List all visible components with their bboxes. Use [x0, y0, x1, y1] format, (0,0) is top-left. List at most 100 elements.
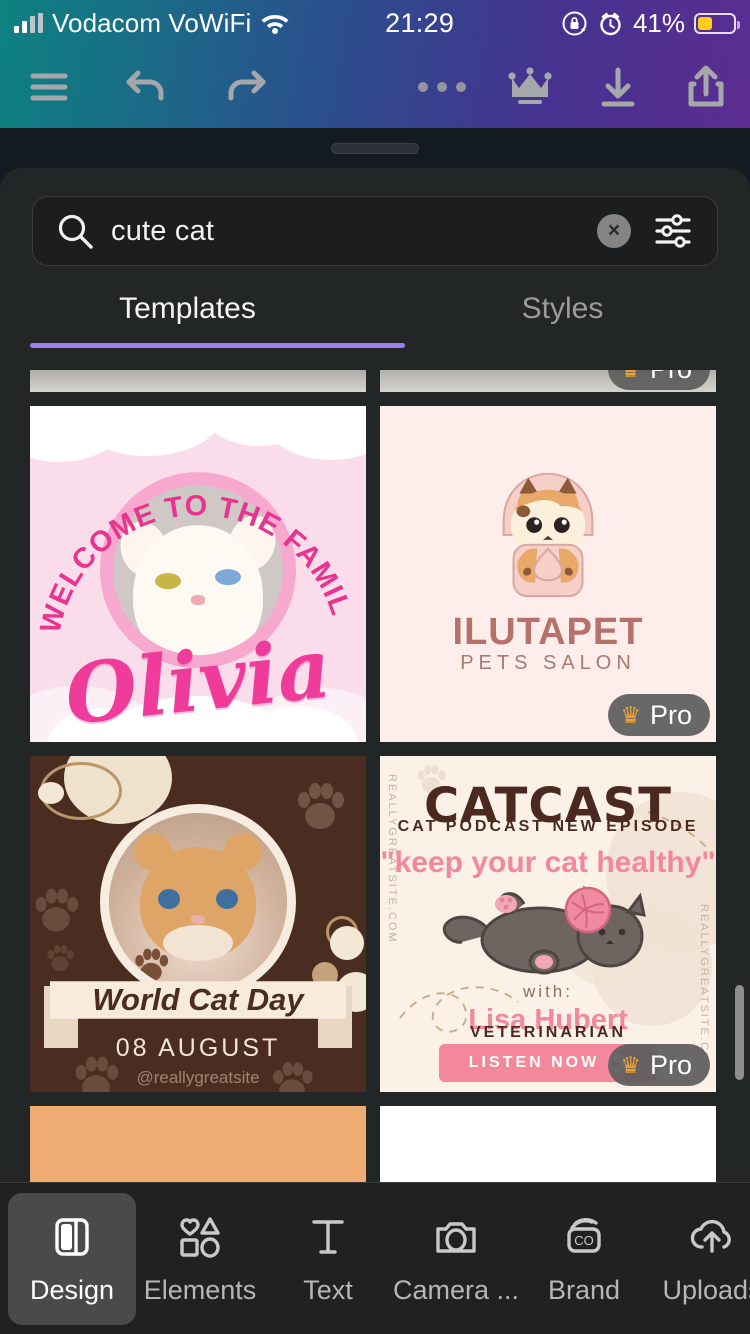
filter-button[interactable] [647, 211, 699, 251]
redo-button[interactable] [196, 46, 294, 128]
event-date: 08 AUGUST [115, 1034, 281, 1062]
paw-print-icon [35, 888, 79, 932]
pro-label: Pro [649, 699, 692, 730]
undo-icon [126, 70, 164, 101]
alarm-clock-icon [600, 12, 621, 35]
carrier-label: Vodacom VoWiFi [52, 7, 252, 38]
results-scrollbar[interactable] [735, 985, 744, 1080]
nav-item-text[interactable]: Text [264, 1193, 392, 1325]
toolbar-buttons [0, 46, 750, 128]
menu-icon [30, 73, 68, 101]
bottom-navigation: Design Elements Text Camera ... CO Brand… [0, 1182, 750, 1334]
template-card-ilutapet-pets-salon[interactable]: ILUTAPET PETS SALON ♛ Pro [380, 406, 716, 742]
share-button[interactable] [662, 46, 750, 128]
cat-mascot-illustration [502, 472, 594, 598]
templates-panel: cute cat × Templates Styles ♛ [0, 168, 750, 1182]
battery-low-power-icon [694, 12, 740, 34]
paw-print-icon [47, 944, 74, 972]
status-right: 41% [561, 8, 750, 39]
download-button[interactable] [574, 46, 662, 128]
download-icon [601, 67, 635, 107]
crown-icon: ♛ [620, 1051, 641, 1078]
toolbar-left-group [0, 46, 294, 128]
nav-item-elements-label: Elements [143, 1274, 257, 1305]
pro-badge: ♛ Pro [608, 694, 710, 736]
pro-label: Pro [649, 1049, 692, 1080]
cat-eye-left [158, 889, 180, 909]
watermark-left: REALLYGREATSITE.COM [386, 774, 398, 944]
template-grid: ♛ Pro [0, 370, 750, 1182]
decor-circle [38, 782, 64, 804]
status-bar: Vodacom VoWiFi 21:29 41% [0, 0, 750, 46]
crown-icon: ♛ [620, 701, 641, 728]
arc-headline-text: WELCOME TO THE FAMILY [30, 406, 356, 636]
design-layout-icon [50, 1212, 94, 1262]
nav-item-text-label: Text [303, 1274, 353, 1305]
svg-text:CO: CO [574, 1233, 594, 1248]
logo-subtitle: PETS SALON [460, 652, 636, 674]
camera-icon [433, 1212, 479, 1262]
text-t-icon [308, 1212, 348, 1262]
brand-co-icon: CO [561, 1212, 607, 1262]
nav-item-brand-label: Brand [547, 1274, 621, 1305]
cat-eye-right [216, 889, 238, 909]
template-card-partial-left[interactable] [30, 370, 366, 392]
more-options-button[interactable] [398, 46, 486, 128]
template-card-next-left[interactable] [30, 1106, 366, 1182]
undo-button[interactable] [98, 46, 196, 128]
filter-sliders-icon [655, 214, 691, 248]
search-bar[interactable]: cute cat × [32, 196, 718, 266]
nav-item-camera-label: Camera ... [392, 1274, 520, 1305]
cat-nose [191, 915, 205, 924]
template-card-welcome-to-the-family-olivia[interactable]: WELCOME TO THE FAMILY Olivia [30, 406, 366, 742]
battery-percent-label: 41% [632, 7, 685, 38]
more-options-icon [418, 82, 466, 92]
social-handle: @reallygreatsite [136, 1068, 260, 1087]
wifi-icon [261, 15, 289, 34]
pro-badge: ♛ Pro [608, 1044, 710, 1086]
logo-title: ILUTAPET [452, 611, 644, 653]
tab-active-indicator [30, 343, 405, 348]
sheet-drag-handle[interactable] [331, 143, 419, 154]
template-card-catcast-podcast[interactable]: CATCAST CAT PODCAST NEW EPISODE "keep yo… [380, 756, 716, 1092]
template-card-world-cat-day[interactable]: World Cat Day 08 AUGUST @reallygreatsite [30, 756, 366, 1092]
nav-item-elements[interactable]: Elements [136, 1193, 264, 1325]
template-card-next-right[interactable] [380, 1106, 716, 1182]
search-section: cute cat × [0, 168, 750, 266]
cat-illustration [442, 885, 646, 975]
with-label: with: [523, 982, 573, 1001]
pro-badge: ♛ Pro [608, 370, 710, 390]
tab-styles[interactable]: Styles [375, 292, 750, 348]
nav-item-brand[interactable]: CO Brand [520, 1193, 648, 1325]
toolbar-right-group [398, 46, 750, 128]
template-results[interactable]: ♛ Pro [0, 370, 750, 1182]
nav-item-design[interactable]: Design [8, 1192, 136, 1325]
pro-label: Pro [650, 370, 692, 385]
status-left: Vodacom VoWiFi [0, 8, 290, 39]
clear-search-button[interactable]: × [597, 214, 631, 248]
share-icon [688, 65, 724, 107]
nav-item-uploads[interactable]: Uploads [648, 1193, 750, 1325]
pro-crown-button[interactable] [486, 46, 574, 128]
shapes-icon [176, 1212, 224, 1262]
rotation-lock-icon [562, 11, 587, 35]
listen-now-label: LISTEN NOW [468, 1054, 600, 1071]
status-center: 21:29 [290, 8, 561, 39]
redo-icon [228, 70, 266, 101]
search-input[interactable]: cute cat [111, 215, 581, 248]
decor-circle [330, 926, 364, 960]
upload-cloud-icon [689, 1212, 735, 1262]
podcast-subtitle: CAT PODCAST NEW EPISODE [397, 818, 699, 835]
cat-chest [163, 925, 233, 961]
template-card-partial-right[interactable]: ♛ Pro [380, 370, 716, 392]
host-role: VETERINARIAN [469, 1024, 626, 1041]
nav-item-camera[interactable]: Camera ... [392, 1193, 520, 1325]
crown-icon: ♛ [620, 370, 641, 381]
nav-item-uploads-label: Uploads [662, 1274, 750, 1305]
clock-label: 21:29 [385, 7, 455, 38]
tab-templates[interactable]: Templates [0, 292, 375, 348]
menu-button[interactable] [0, 46, 98, 128]
photo-frame [100, 804, 296, 1000]
cat-face [128, 827, 268, 961]
search-icon [58, 214, 93, 249]
